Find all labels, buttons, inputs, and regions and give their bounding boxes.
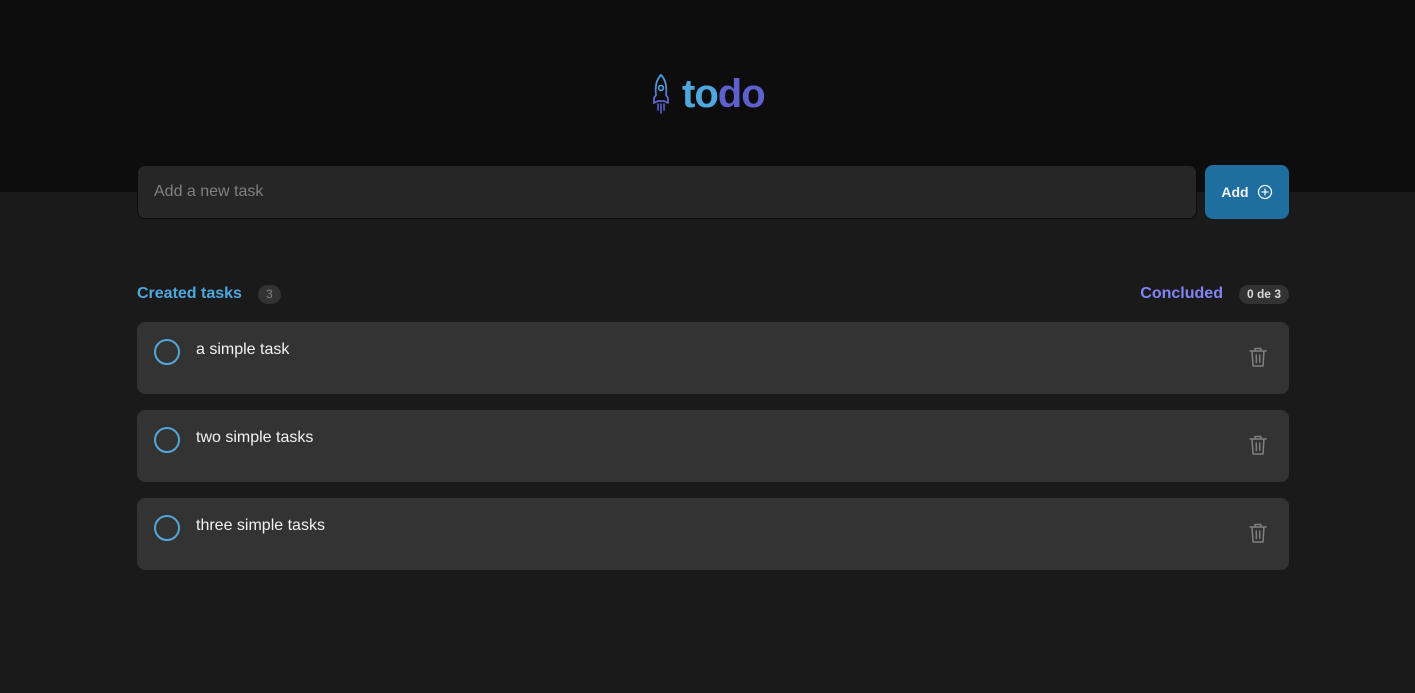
task-item: two simple tasks [137,410,1289,482]
add-task-button[interactable]: Add [1205,165,1289,219]
add-task-form: Add [137,165,1289,219]
logo-text-do: do [717,72,766,116]
trash-icon [1249,523,1267,543]
delete-task-button[interactable] [1246,521,1270,545]
logo-text-to: to [682,72,719,116]
app-logo: todo [648,72,766,116]
task-summary: Created tasks 3 Concluded 0 de 3 [137,283,1289,305]
plus-circle-icon [1257,184,1272,200]
trash-icon [1249,347,1267,367]
task-checkbox[interactable] [154,427,180,453]
concluded-tasks-group: Concluded 0 de 3 [1140,284,1289,304]
concluded-tasks-count: 0 de 3 [1238,284,1289,304]
rocket-icon [653,74,669,114]
task-checkbox[interactable] [154,515,180,541]
task-text: two simple tasks [196,429,314,446]
created-tasks-count: 3 [257,284,281,304]
task-text: a simple task [196,341,290,358]
created-tasks-group: Created tasks 3 [137,284,281,304]
task-checkbox[interactable] [154,339,180,365]
task-item: a simple task [137,322,1289,394]
task-item: three simple tasks [137,498,1289,570]
add-button-label: Add [1221,184,1249,200]
trash-icon [1249,435,1267,455]
concluded-tasks-label: Concluded [1140,285,1223,302]
task-text: three simple tasks [196,517,325,534]
task-list: a simple task two simple tasks three sim… [137,322,1289,586]
delete-task-button[interactable] [1246,433,1270,457]
app-header: todo [0,0,1415,192]
delete-task-button[interactable] [1246,345,1270,369]
logo-text: todo [682,72,766,116]
new-task-input[interactable] [137,165,1197,219]
created-tasks-label: Created tasks [137,285,242,302]
